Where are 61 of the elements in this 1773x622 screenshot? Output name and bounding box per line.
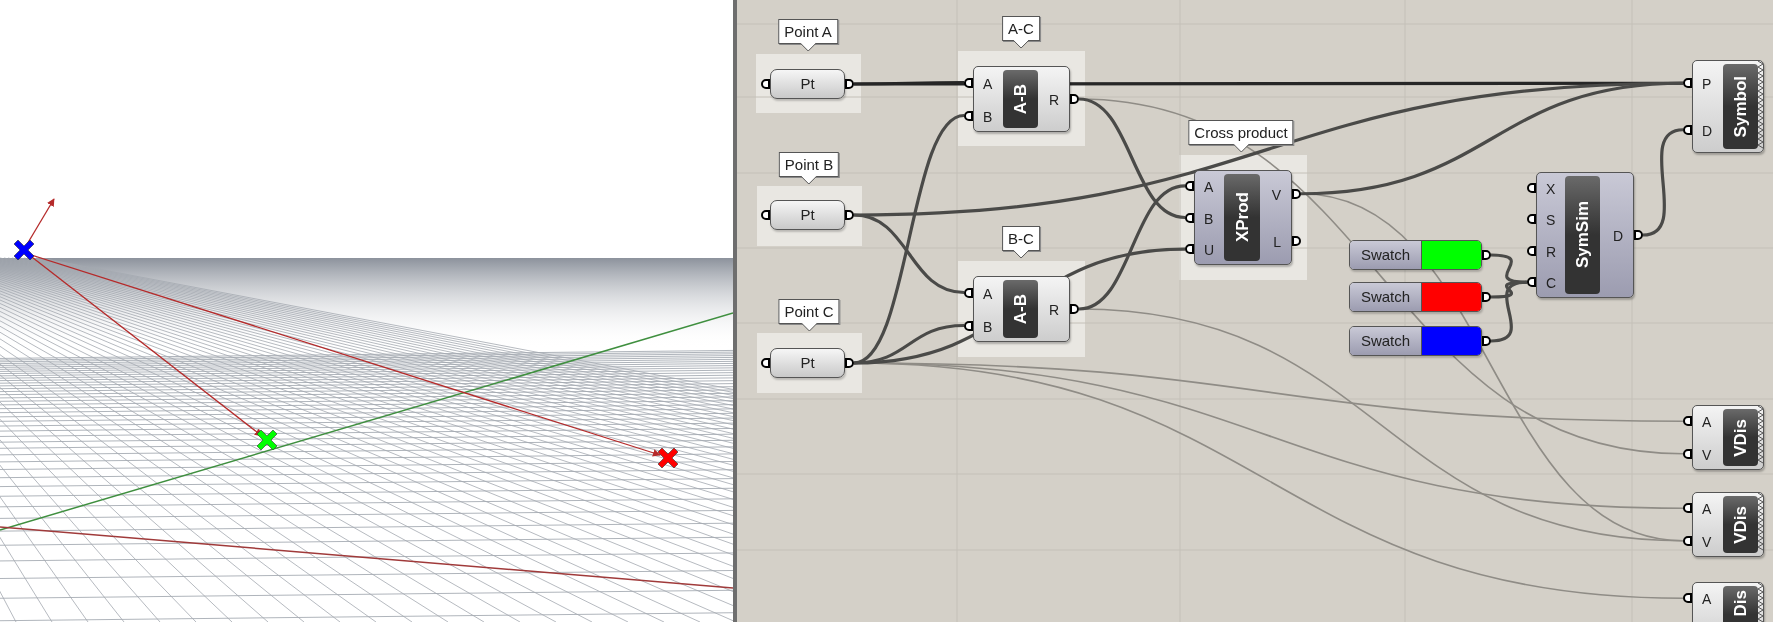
callout-pointer-icon	[1013, 250, 1029, 258]
component-node[interactable]: A B R A-B	[973, 276, 1070, 342]
component-node[interactable]: A B R A-B	[973, 66, 1070, 132]
component-node[interactable]: A B U V L XProd	[1194, 170, 1292, 265]
callout-pointer-icon	[800, 43, 816, 51]
port-label: L	[1273, 234, 1281, 251]
component-name: SymSim	[1565, 176, 1600, 294]
port-label: V	[1702, 533, 1712, 550]
port-label: A	[1702, 501, 1712, 518]
callout-pointer-icon	[801, 323, 817, 331]
port-label: R	[1048, 302, 1059, 318]
port-label: A	[1702, 591, 1712, 608]
component-node[interactable]: P D Symbol	[1692, 60, 1764, 153]
callout-pointer-icon	[1233, 144, 1249, 152]
swatch-node[interactable]: Swatch	[1349, 240, 1482, 270]
swatch-node[interactable]: Swatch	[1349, 326, 1482, 356]
component-name: Dis	[1723, 586, 1758, 622]
port-label: D	[1702, 122, 1713, 139]
node-canvas[interactable]: Point A Pt Point B Pt Point C Pt A-C A B R A-B B-C A B R A-B Cross product A B U V L XProd X S R C D SymSim P D Symbol A V VDis A V VDis A Dis Swatch Swatch Swatch	[737, 0, 1773, 622]
swatch-label: Swatch	[1350, 327, 1422, 355]
swatch-color[interactable]	[1422, 327, 1481, 355]
port-label: U	[1204, 242, 1215, 259]
port-label: A	[1702, 414, 1712, 431]
swatch-label: Swatch	[1350, 283, 1422, 311]
component-name: VDis	[1723, 496, 1758, 553]
port-label: P	[1702, 76, 1712, 93]
port-label: D	[1612, 228, 1623, 244]
component-name: VDis	[1723, 409, 1758, 466]
port-label: V	[1271, 186, 1281, 203]
callout-pointer-icon	[1013, 40, 1029, 48]
port-label: B	[1204, 210, 1214, 227]
port-label: R	[1048, 92, 1059, 108]
component-name: XProd	[1224, 174, 1260, 261]
component-node[interactable]: A V VDis	[1692, 405, 1764, 470]
port-label: A	[983, 285, 993, 302]
component-name: A-B	[1003, 280, 1038, 338]
component-name: A-B	[1003, 70, 1038, 128]
component-node[interactable]: A Dis	[1692, 582, 1764, 622]
swatch-color[interactable]	[1422, 283, 1481, 311]
param-node[interactable]: Pt	[770, 69, 845, 99]
swatch-node[interactable]: Swatch	[1349, 282, 1482, 312]
port-label: C	[1546, 275, 1557, 292]
swatch-label: Swatch	[1350, 241, 1422, 269]
port-label: V	[1702, 446, 1712, 463]
component-node[interactable]: A V VDis	[1692, 492, 1764, 557]
callout-pointer-icon	[801, 176, 817, 184]
output-port[interactable]	[1482, 250, 1491, 260]
port-label: B	[983, 318, 993, 335]
output-port[interactable]	[1482, 336, 1491, 346]
port-label: A	[1204, 178, 1214, 195]
output-port[interactable]	[1482, 292, 1491, 302]
component-name: Symbol	[1723, 64, 1758, 149]
swatch-color[interactable]	[1422, 241, 1481, 269]
port-label: B	[983, 108, 993, 125]
param-node[interactable]: Pt	[770, 348, 845, 378]
port-label: S	[1546, 212, 1556, 229]
param-node[interactable]: Pt	[770, 200, 845, 230]
port-label: X	[1546, 180, 1556, 197]
component-node[interactable]: X S R C D SymSim	[1536, 172, 1634, 298]
port-label: R	[1546, 243, 1557, 260]
port-label: A	[983, 75, 993, 92]
